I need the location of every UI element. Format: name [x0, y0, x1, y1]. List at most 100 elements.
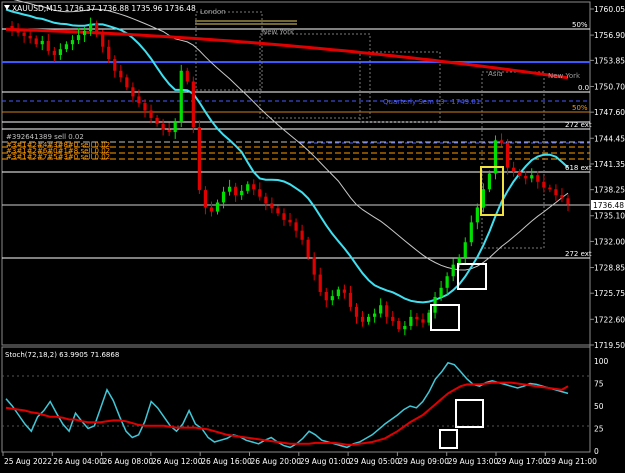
candle-body — [173, 122, 177, 133]
candle-body — [143, 103, 147, 111]
candle-body — [312, 257, 316, 275]
candle-body — [70, 40, 75, 45]
candle-body — [16, 30, 20, 33]
candle-body — [95, 23, 99, 35]
trading-chart[interactable]: London New York Asia New York 50% 0.0 50… — [0, 0, 625, 469]
stoch-axis-label: 25 — [594, 425, 604, 434]
candle-body — [391, 316, 395, 321]
level-label-272-ext: 272 ext — [565, 121, 592, 129]
session-label-london: London — [200, 8, 226, 16]
candle-body — [463, 242, 467, 258]
candle-body — [215, 202, 220, 212]
candle-body — [403, 325, 407, 330]
stoch-axis-label: 75 — [594, 380, 604, 389]
candle-body — [282, 213, 286, 220]
price-axis-label: 1722.60 — [594, 315, 625, 324]
candle-body — [264, 196, 268, 204]
quarterly-label: Quarterly Sem L3 : 1749.01 — [383, 98, 480, 106]
candle-body — [294, 222, 298, 231]
candle-body — [415, 316, 419, 320]
time-axis-label: 29 Aug 13:00 — [448, 457, 499, 466]
candle-body — [46, 40, 50, 51]
candle-body — [360, 316, 365, 322]
level-label-50-orange: 50% — [572, 104, 588, 112]
candle-body — [221, 191, 226, 203]
chart-header: XAUUSD,M15 1736.37 1736.88 1735.96 1736.… — [4, 4, 196, 13]
candle-body — [530, 175, 534, 179]
level-label-50: 50% — [572, 21, 588, 29]
time-axis-label: 26 Aug 08:00 — [103, 457, 154, 466]
candle-body — [445, 276, 449, 288]
stoch-title: Stoch(72,18,2) 63.9905 71.6868 — [5, 351, 119, 359]
candle-body — [342, 289, 347, 293]
price-axis-label: 1750.70 — [594, 82, 625, 91]
candle-body — [10, 25, 14, 31]
candle-body — [58, 49, 62, 55]
candle-body — [270, 203, 274, 209]
order-label-4: #3#1#2#7#5#3#0 sell 0.02 — [6, 153, 110, 161]
time-axis-label: 26 Aug 12:00 — [152, 457, 203, 466]
candle-body — [542, 181, 546, 188]
candle-body — [179, 70, 183, 123]
candle-body — [167, 129, 171, 133]
candle-body — [185, 70, 189, 82]
candle-body — [22, 32, 26, 36]
order-label-1: #392641389 sell 0.02 — [6, 133, 84, 141]
candle-body — [89, 23, 93, 31]
candle-body — [379, 305, 383, 314]
time-axis-label: 26 Aug 16:00 — [201, 457, 252, 466]
candle-body — [76, 35, 81, 41]
time-axis-label: 29 Aug 21:00 — [546, 457, 597, 466]
candle-body — [300, 230, 304, 240]
candle-body — [373, 313, 377, 317]
candle-body — [330, 296, 334, 301]
candle-body — [119, 70, 123, 78]
candle-body — [131, 87, 135, 97]
candle-body — [28, 35, 32, 39]
candle-body — [548, 187, 552, 190]
current-price-tag: 1736.48 — [591, 200, 625, 210]
price-axis-label: 1728.85 — [594, 264, 625, 273]
time-axis-label: 26 Aug 20:00 — [251, 457, 302, 466]
price-axis-label: 1732.00 — [594, 237, 625, 246]
stoch-axis-label: 0 — [594, 447, 599, 456]
candle-body — [125, 77, 129, 88]
candle-body — [203, 190, 208, 208]
candle-body — [306, 239, 310, 258]
candle-body — [137, 96, 141, 104]
current-price-label: 1736.48 — [593, 201, 624, 210]
candle-body — [566, 198, 570, 205]
candle-body — [52, 50, 56, 55]
candle-body — [469, 222, 473, 243]
price-axis-label: 1760.05 — [594, 5, 625, 14]
session-label-asia: Asia — [488, 70, 503, 78]
price-axis-label: 1747.60 — [594, 108, 625, 117]
price-axis-label: 1744.45 — [594, 134, 625, 143]
candle-body — [512, 167, 516, 172]
candle-body — [536, 175, 540, 182]
candle-body — [40, 40, 44, 45]
candle-body — [366, 316, 371, 322]
session-label-newyork-2: New York — [548, 72, 581, 80]
candle-body — [234, 186, 238, 196]
candle-body — [246, 184, 250, 191]
price-axis-label: 1741.35 — [594, 160, 625, 169]
candle-body — [493, 140, 498, 174]
candle-body — [209, 207, 214, 212]
chart-canvas[interactable]: London New York Asia New York 50% 0.0 50… — [0, 0, 625, 469]
candle-body — [240, 190, 244, 196]
price-axis-label: 1738.25 — [594, 186, 625, 195]
candle-body — [505, 142, 510, 168]
candle-body — [409, 316, 413, 326]
candle-body — [354, 306, 359, 317]
candle-body — [64, 44, 69, 50]
candle-body — [439, 287, 443, 297]
candle-body — [155, 117, 159, 124]
symbol-info: XAUUSD,M15 1736.37 1736.88 1735.96 1736.… — [12, 4, 196, 13]
candle-body — [475, 207, 479, 223]
candle-body — [101, 34, 105, 47]
level-label-0: 0.0 — [578, 84, 589, 92]
candle-body — [336, 289, 340, 297]
candle-body — [481, 189, 485, 208]
candle-body — [554, 189, 558, 196]
